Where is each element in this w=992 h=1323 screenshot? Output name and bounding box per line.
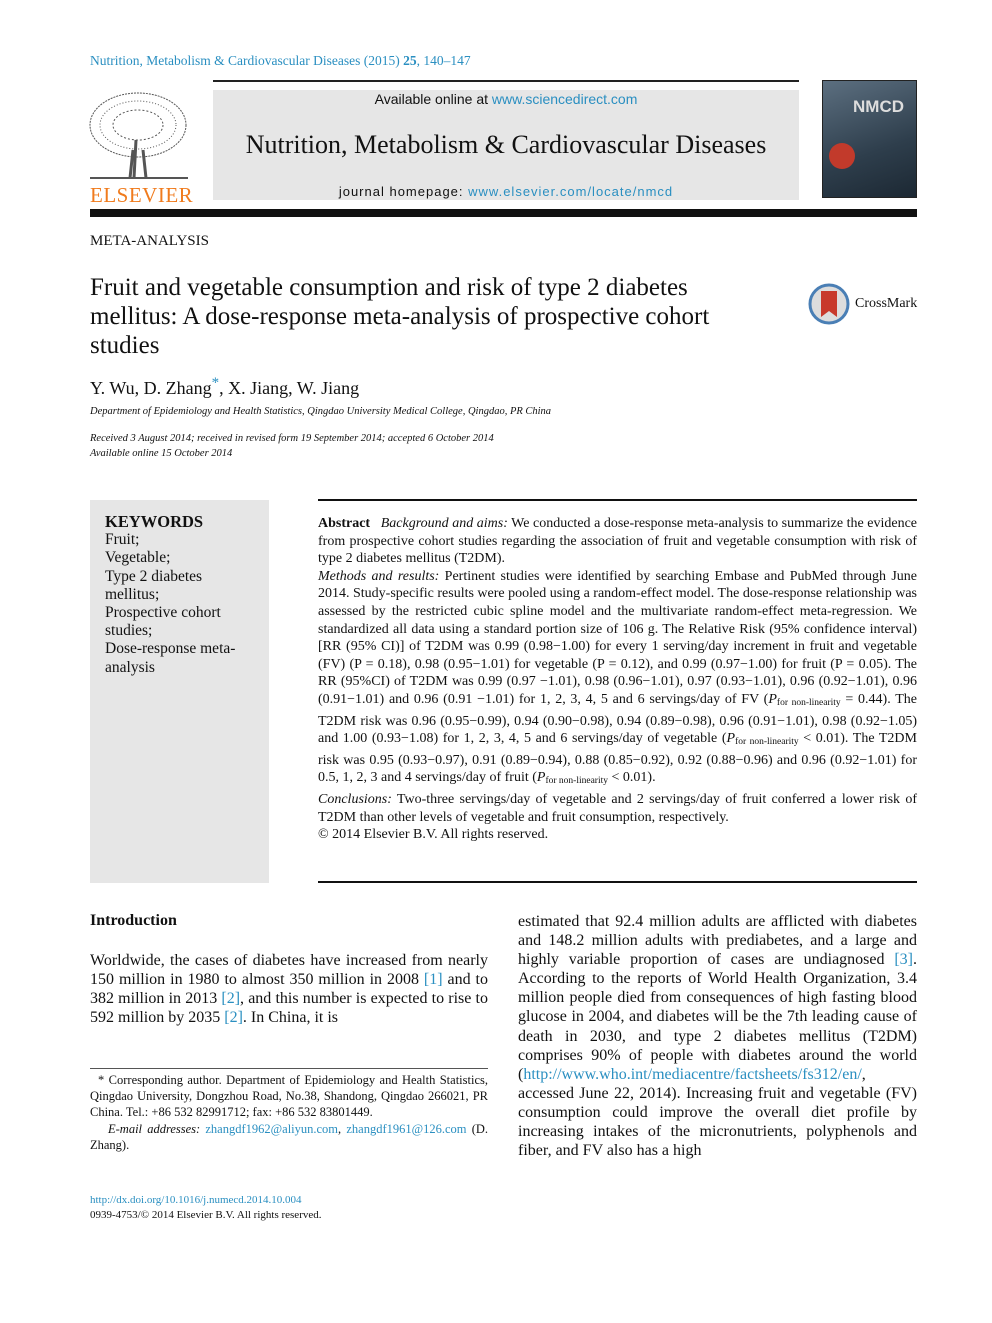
authors-first: Y. Wu, D. Zhang (90, 378, 212, 398)
keyword: Prospective cohort studies; (105, 604, 221, 640)
email-link[interactable]: zhangdf1962@aliyun.com (205, 1122, 338, 1136)
homepage-prefix: journal homepage: (338, 184, 469, 199)
text: . According to the reports of World Heal… (518, 951, 917, 1083)
text: estimated that 92.4 million adults are a… (518, 913, 917, 969)
keyword: Fruit; (105, 531, 140, 549)
available-online: Available online at www.sciencedirect.co… (213, 91, 799, 107)
citation-pages: , 140–147 (416, 53, 471, 68)
available-date: Available online 15 October 2014 (90, 448, 233, 459)
journal-banner: Available online at www.sciencedirect.co… (213, 90, 799, 200)
journal-homepage: journal homepage: www.elsevier.com/locat… (213, 184, 799, 199)
crossmark-icon (808, 283, 850, 325)
background-label: Background and aims: (380, 516, 508, 531)
doi-block: http://dx.doi.org/10.1016/j.numecd.2014.… (90, 1193, 322, 1223)
reference-link[interactable]: [3] (894, 951, 913, 968)
abstract-label: Abstract (318, 516, 371, 531)
keywords-heading: KEYWORDS (105, 512, 204, 531)
homepage-link[interactable]: www.elsevier.com/locate/nmcd (468, 184, 673, 199)
intro-paragraph-left: Worldwide, the cases of diabetes have in… (90, 951, 488, 1027)
p-subscript: for non-linearity (776, 697, 841, 708)
header-thick-rule (90, 209, 917, 217)
article-title: Fruit and vegetable consumption and risk… (90, 274, 710, 359)
who-factsheet-link[interactable]: http://www.who.int/mediacentre/factsheet… (523, 1066, 861, 1083)
citation-volume: 25 (403, 53, 417, 68)
journal-citation[interactable]: Nutrition, Metabolism & Cardiovascular D… (90, 53, 471, 69)
footnote-rule (90, 1068, 488, 1069)
methods-text: < 0.01). (608, 770, 656, 786)
introduction-heading: Introduction (90, 912, 177, 929)
abstract-copyright: © 2014 Elsevier B.V. All rights reserved… (318, 827, 549, 843)
p-symbol: P (768, 691, 777, 707)
intro-paragraph-right: estimated that 92.4 million adults are a… (518, 912, 917, 1160)
keyword: Dose-response meta-analysis (105, 640, 236, 676)
doi-link[interactable]: http://dx.doi.org/10.1016/j.numecd.2014.… (90, 1194, 302, 1206)
abstract-bottom-rule (318, 881, 917, 883)
email-link[interactable]: zhangdf1961@126.com (346, 1122, 466, 1136)
article-dates: Received 3 August 2014; received in revi… (90, 431, 494, 461)
elsevier-wordmark: ELSEVIER (90, 183, 194, 207)
corresponding-author-note: * Corresponding author. Department of Ep… (90, 1073, 488, 1120)
p-subscript: for non-linearity (735, 737, 799, 748)
received-dates: Received 3 August 2014; received in revi… (90, 433, 494, 444)
abstract-top-rule (318, 499, 917, 501)
keywords-box: KEYWORDS Fruit; Vegetable; Type 2 diabet… (90, 500, 269, 883)
footnote: * Corresponding author. Department of Ep… (90, 1073, 489, 1152)
p-subscript: for non-linearity (545, 776, 609, 787)
crossmark-label: CrossMark (855, 296, 918, 311)
abstract: Abstract Background and aims: We conduct… (318, 515, 917, 844)
text: . In China, it is (242, 1009, 338, 1027)
reference-link[interactable]: [1] (424, 971, 443, 988)
cover-badge (829, 143, 855, 169)
conclusions-label: Conclusions: (318, 791, 392, 807)
author-list: Y. Wu, D. Zhang*, X. Jiang, W. Jiang (90, 375, 359, 399)
methods-label: Methods and results: (318, 568, 440, 584)
journal-cover-image[interactable]: NMCD (822, 80, 917, 198)
conclusions-text: Two-three servings/day of vegetable and … (318, 791, 917, 825)
authors-rest: , X. Jiang, W. Jiang (219, 378, 360, 398)
article-section: META-ANALYSIS (90, 233, 209, 249)
header-rule (213, 80, 799, 82)
keyword: Vegetable; (105, 549, 171, 567)
citation-journal: Nutrition, Metabolism & Cardiovascular D… (90, 53, 404, 68)
methods-text: Pertinent studies were identified by sea… (318, 568, 917, 707)
corresponding-author-marker[interactable]: * (212, 375, 220, 391)
keyword: Type 2 diabetes mellitus; (105, 567, 203, 603)
cover-title: NMCD (853, 97, 904, 116)
reference-link[interactable]: [2] (224, 1009, 243, 1026)
available-prefix: Available online at (374, 91, 492, 107)
issn-copyright: 0939-4753/© 2014 Elsevier B.V. All right… (90, 1209, 322, 1221)
p-symbol: P (726, 731, 736, 747)
email-label: E-mail addresses: (108, 1121, 201, 1136)
journal-title: Nutrition, Metabolism & Cardiovascular D… (245, 130, 767, 159)
sciencedirect-link[interactable]: www.sciencedirect.com (492, 91, 638, 107)
affiliation: Department of Epidemiology and Health St… (90, 406, 552, 417)
crossmark-button[interactable]: CrossMark (808, 283, 917, 325)
reference-link[interactable]: [2] (221, 990, 240, 1007)
